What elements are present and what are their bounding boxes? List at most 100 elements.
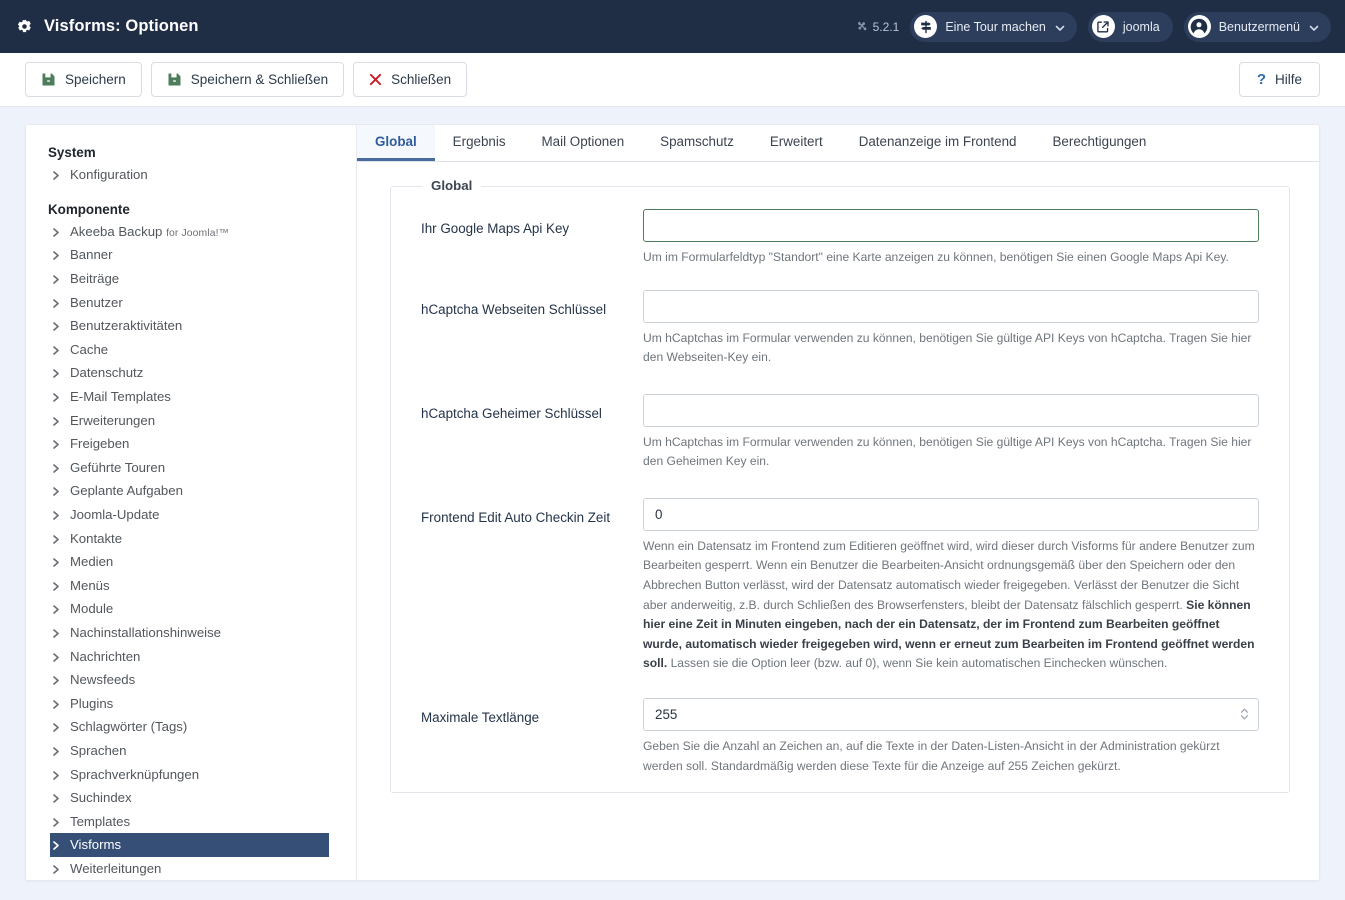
field-maximale-textlaenge: Maximale Textlänge Geben Sie die Anzahl … bbox=[421, 697, 1259, 776]
sidebar-item-sprachen[interactable]: Sprachen bbox=[26, 739, 356, 763]
save-and-close-button-label: Speichern & Schließen bbox=[190, 72, 329, 87]
hcaptcha-site-key-input[interactable] bbox=[643, 289, 1259, 323]
sidebar-item-label: Geplante Aufgaben bbox=[70, 483, 183, 499]
save-and-close-button[interactable]: Speichern & Schließen bbox=[150, 62, 345, 97]
sidebar-item-label: Cache bbox=[70, 341, 109, 357]
sidebar-item-menues[interactable]: Menüs bbox=[26, 574, 356, 598]
sidebar-item-benutzeraktivitaeten[interactable]: Benutzeraktivitäten bbox=[26, 314, 356, 338]
tab-mail-optionen[interactable]: Mail Optionen bbox=[524, 125, 643, 161]
sidebar-item-label: Beiträge bbox=[70, 271, 120, 287]
tab-label: Ergebnis bbox=[452, 134, 506, 149]
chevron-right-icon bbox=[52, 627, 61, 638]
sidebar-item-label: Nachinstallationshinweise bbox=[70, 624, 222, 640]
sidebar-item-module[interactable]: Module bbox=[26, 597, 356, 621]
sidebar-item-label: Sprachen bbox=[70, 742, 127, 758]
sidebar-item-suchindex[interactable]: Suchindex bbox=[26, 786, 356, 810]
sidebar-item-joomla-update[interactable]: Joomla-Update bbox=[26, 503, 356, 527]
tab-spamschutz[interactable]: Spamschutz bbox=[642, 125, 752, 161]
sidebar-group-title: Komponente bbox=[48, 201, 130, 217]
sidebar-item-nachrichten[interactable]: Nachrichten bbox=[26, 644, 356, 668]
sidebar-item-newsfeeds[interactable]: Newsfeeds bbox=[26, 668, 356, 692]
sidebar-item-label: Module bbox=[70, 601, 114, 617]
sidebar-item-label: Datenschutz bbox=[70, 365, 144, 381]
field-label: Maximale Textlänge bbox=[421, 709, 540, 725]
help-part-2: Lassen sie die Option leer (bzw. auf 0),… bbox=[667, 656, 1168, 671]
tab-global[interactable]: Global bbox=[357, 125, 435, 161]
version-badge: 5.2.1 bbox=[856, 19, 900, 34]
sidebar-item-geplante-aufgaben[interactable]: Geplante Aufgaben bbox=[26, 479, 356, 503]
chevron-right-icon bbox=[52, 320, 61, 332]
close-button[interactable]: Schließen bbox=[353, 62, 468, 97]
sidebar-item-schlagwoerter[interactable]: Schlagwörter (Tags) bbox=[26, 715, 356, 739]
sidebar-item-banner[interactable]: Banner bbox=[26, 243, 356, 267]
tab-ergebnis[interactable]: Ergebnis bbox=[435, 125, 524, 161]
chevron-right-icon bbox=[52, 698, 61, 709]
tab-berechtigungen[interactable]: Berechtigungen bbox=[1035, 125, 1165, 161]
sidebar-item-cache[interactable]: Cache bbox=[26, 338, 356, 362]
sidebar-item-label: Erweiterungen bbox=[70, 412, 156, 428]
tab-label: Datenanzeige im Frontend bbox=[858, 134, 1017, 149]
tab-datenanzeige-im-frontend[interactable]: Datenanzeige im Frontend bbox=[841, 125, 1035, 161]
chevron-right-icon bbox=[52, 367, 61, 379]
help-button[interactable]: ? Hilfe bbox=[1238, 62, 1320, 97]
sidebar-item-email-templates[interactable]: E-Mail Templates bbox=[26, 385, 356, 409]
google-maps-api-key-input[interactable] bbox=[643, 209, 1259, 242]
sidebar-item-label: Benutzer bbox=[70, 294, 123, 310]
sidebar-item-label: Visforms bbox=[70, 837, 122, 853]
tour-button[interactable]: Eine Tour machen bbox=[910, 11, 1077, 42]
sidebar-item-label: Benutzeraktivitäten bbox=[70, 318, 183, 334]
sidebar-item-sprachverknuepfungen[interactable]: Sprachverknüpfungen bbox=[26, 762, 356, 786]
sidebar-item-label: Suchindex bbox=[70, 790, 132, 806]
spinner-arrows-icon[interactable] bbox=[1238, 706, 1250, 722]
maximale-textlaenge-input[interactable] bbox=[643, 697, 1259, 731]
tab-label: Global bbox=[375, 134, 417, 149]
field-hcaptcha-secret-key: hCaptcha Geheimer Schlüssel Um hCaptchas… bbox=[421, 393, 1259, 472]
sidebar-item-label: E-Mail Templates bbox=[70, 389, 171, 405]
sidebar-item-erweiterungen[interactable]: Erweiterungen bbox=[26, 408, 356, 432]
chevron-right-icon bbox=[52, 863, 61, 874]
fieldset-legend: Global bbox=[422, 178, 482, 193]
save-button[interactable]: Speichern bbox=[25, 62, 142, 97]
close-x-icon bbox=[369, 73, 382, 86]
field-label: hCaptcha Webseiten Schlüssel bbox=[421, 301, 607, 317]
sidebar-item-nachinstallationshinweise[interactable]: Nachinstallationshinweise bbox=[26, 621, 356, 645]
field-help-text: Um im Formularfeldtyp "Standort" eine Ka… bbox=[643, 250, 1229, 264]
sidebar-item-beitraege[interactable]: Beiträge bbox=[26, 267, 356, 291]
hcaptcha-secret-key-input[interactable] bbox=[643, 393, 1259, 427]
sidebar-item-gefuehrte-touren[interactable]: Geführte Touren bbox=[26, 456, 356, 480]
sidebar-item-label: Plugins bbox=[70, 695, 114, 711]
sidebar-item-weiterleitungen[interactable]: Weiterleitungen bbox=[26, 857, 356, 880]
version-text: 5.2.1 bbox=[872, 19, 900, 34]
chevron-right-icon bbox=[52, 415, 61, 426]
sidebar-item-benutzer[interactable]: Benutzer bbox=[26, 290, 356, 314]
user-menu-button[interactable]: Benutzermenü bbox=[1183, 11, 1331, 42]
sidebar-item-datenschutz[interactable]: Datenschutz bbox=[26, 361, 356, 385]
sidebar-item-label: Banner bbox=[70, 247, 113, 263]
tab-erweitert[interactable]: Erweitert bbox=[752, 125, 841, 161]
sidebar-item-konfiguration[interactable]: Konfiguration bbox=[26, 163, 356, 187]
chevron-down-icon bbox=[1055, 22, 1065, 31]
frontend-edit-auto-checkin-input[interactable] bbox=[643, 497, 1259, 531]
chevron-right-icon bbox=[52, 580, 61, 591]
floppy-disk-icon bbox=[41, 72, 56, 87]
joomla-logo-icon bbox=[856, 21, 868, 33]
sidebar-item-plugins[interactable]: Plugins bbox=[26, 691, 356, 715]
sidebar-item-kontakte[interactable]: Kontakte bbox=[26, 526, 356, 550]
joomla-link-label: joomla bbox=[1122, 19, 1160, 34]
page-title-text: Visforms: Optionen bbox=[44, 17, 199, 35]
external-link-icon bbox=[1091, 15, 1115, 38]
chevron-right-icon bbox=[52, 556, 61, 568]
sidebar-item-visforms[interactable]: Visforms bbox=[50, 833, 329, 857]
sidebar-item-akeeba-backup[interactable]: Akeeba Backup for Joomla!™ bbox=[26, 220, 356, 244]
sidebar-item-medien[interactable]: Medien bbox=[26, 550, 356, 574]
help-button-label: Hilfe bbox=[1274, 72, 1302, 87]
sidebar-item-label: Newsfeeds bbox=[70, 672, 136, 688]
chevron-right-icon bbox=[52, 249, 61, 261]
field-help-text: Wenn ein Datensatz im Frontend zum Editi… bbox=[643, 537, 1259, 674]
sidebar-item-freigeben[interactable]: Freigeben bbox=[26, 432, 356, 456]
sidebar-item-label: Templates bbox=[70, 813, 131, 829]
sidebar-item-templates[interactable]: Templates bbox=[26, 809, 356, 833]
joomla-link-button[interactable]: joomla bbox=[1087, 11, 1173, 42]
chevron-right-icon bbox=[52, 745, 61, 756]
main-card: System Konfiguration Komponente Akeeba B… bbox=[25, 124, 1320, 881]
